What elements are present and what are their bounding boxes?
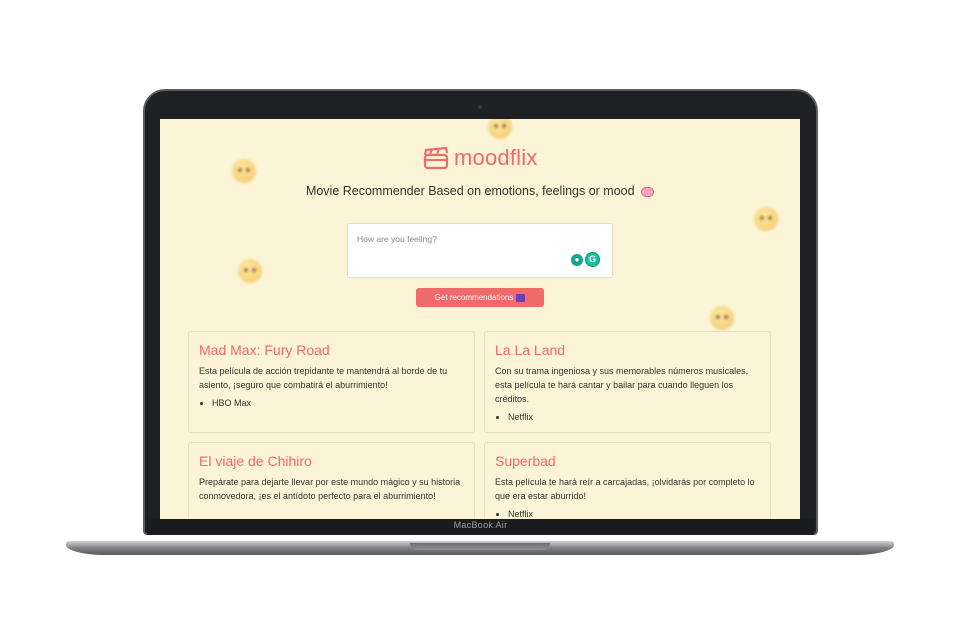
brand-logo[interactable]: moodflix — [423, 145, 538, 171]
laptop-notch — [410, 543, 550, 550]
platform-list: Netflix — [495, 410, 760, 424]
laptop-chin: MacBook Air — [147, 519, 814, 535]
lightbulb-icon[interactable]: ● — [571, 254, 583, 266]
button-label: Get recommendations — [434, 293, 514, 302]
movie-description: Prepárate para dejarte llevar por este m… — [199, 477, 461, 501]
grammarly-icon[interactable]: G — [586, 253, 599, 266]
emoji-decoration — [754, 207, 778, 231]
movie-title: Superbad — [495, 453, 556, 469]
movie-card[interactable]: El viaje de Chihiro Prepárate para dejar… — [188, 442, 475, 519]
clapperboard-icon — [423, 146, 449, 170]
platform-list: HBO Max — [199, 396, 464, 410]
platform-item: Netflix — [508, 410, 760, 424]
movie-description: Con su trama ingeniosa y sus memorables … — [495, 366, 749, 404]
movie-card[interactable]: Mad Max: Fury Road Esta película de acci… — [188, 331, 475, 433]
mood-input[interactable] — [357, 234, 567, 244]
device-label: MacBook Air — [453, 520, 508, 530]
movie-description: Esta película te hará reír a carcajadas,… — [495, 477, 755, 501]
movie-title: Mad Max: Fury Road — [199, 342, 330, 358]
subtitle-text: Movie Recommender Based on emotions, fee… — [305, 184, 635, 198]
app-screen: moodflix Movie Recommender Based on emot… — [160, 119, 800, 519]
page-subtitle: Movie Recommender Based on emotions, fee… — [160, 184, 800, 198]
brand-name: moodflix — [454, 145, 538, 170]
webcam — [478, 105, 482, 109]
movie-card[interactable]: La La Land Con su trama ingeniosa y sus … — [484, 331, 771, 433]
platform-item: HBO Max — [212, 396, 464, 410]
emoji-decoration — [232, 159, 256, 183]
platform-item: Netflix — [508, 507, 760, 519]
emoji-decoration — [488, 119, 512, 139]
movie-description: Esta película de acción trepidante te ma… — [199, 366, 448, 390]
movie-card[interactable]: Superbad Esta película te hará reír a ca… — [484, 442, 771, 519]
emoji-decoration — [710, 306, 734, 330]
get-recommendations-button[interactable]: Get recommendations — [416, 288, 544, 307]
mood-textarea-container[interactable]: ● G — [347, 223, 613, 278]
movie-title: La La Land — [495, 342, 566, 358]
clapper-icon — [516, 293, 526, 302]
platform-list: Netflix — [495, 507, 760, 519]
emoji-decoration — [238, 259, 262, 283]
movie-title: El viaje de Chihiro — [199, 453, 312, 469]
brain-icon — [641, 186, 655, 197]
